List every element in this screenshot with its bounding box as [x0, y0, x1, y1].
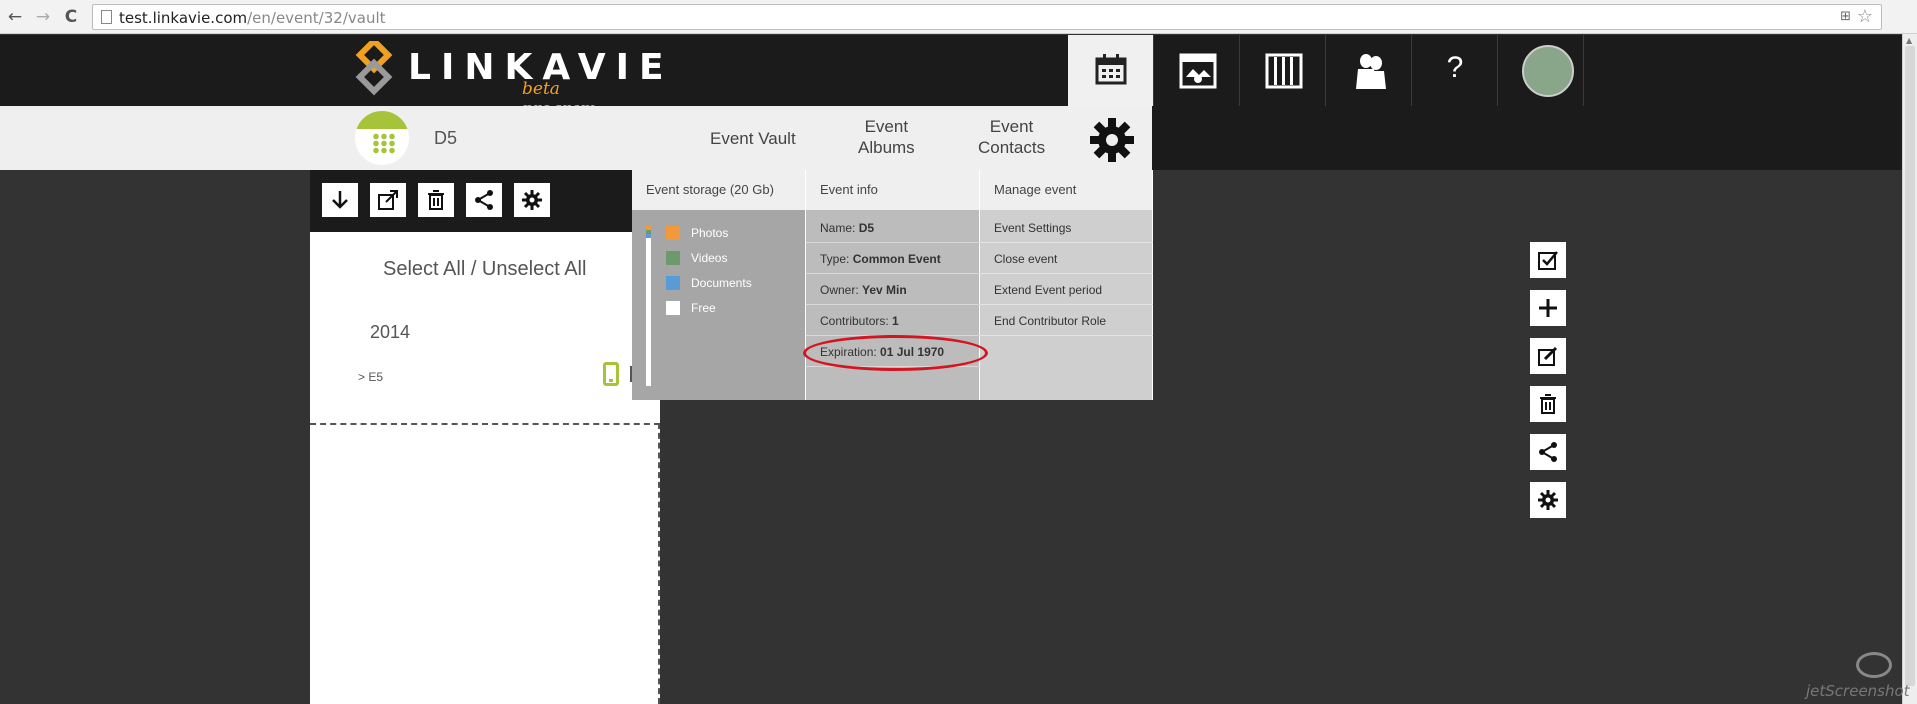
gear-icon[interactable]	[1088, 116, 1136, 164]
address-bar[interactable]: test.linkavie.com/en/event/32/vault ⊞ ☆	[92, 4, 1882, 30]
edit-icon	[1538, 346, 1558, 366]
select-all-toggle[interactable]: Select All / Unselect All	[383, 258, 586, 281]
event-bar-light: D5 Event Vault Event Albums Event Contacts	[0, 106, 1152, 170]
eye-logo-icon	[1856, 652, 1892, 678]
logo-mark-icon	[355, 41, 393, 96]
event-settings-link[interactable]: Event Settings	[980, 212, 1153, 243]
info-contributors: Contributors: 1	[806, 305, 980, 336]
add-button[interactable]	[1530, 290, 1566, 326]
event-name: D5	[434, 128, 458, 148]
year-heading: 2014	[370, 322, 411, 342]
translate-icon[interactable]: ⊞	[1840, 9, 1851, 24]
browser-toolbar: ← → C test.linkavie.com/en/event/32/vaul…	[0, 0, 1917, 34]
info-name: Name: D5	[806, 212, 980, 243]
export-icon	[378, 190, 398, 210]
event-info-header: Event info	[806, 170, 979, 210]
trash-icon	[1540, 394, 1556, 414]
albums-nav-button[interactable]	[1240, 35, 1326, 106]
event-contacts-link[interactable]: Event Contacts	[978, 116, 1045, 158]
help-icon: ?	[1446, 51, 1464, 84]
share-icon	[1539, 442, 1557, 462]
linkavie-logo[interactable]: LINKAVIE beta program	[354, 35, 664, 119]
manage-event-column: Manage event Event Settings Close event …	[980, 170, 1153, 400]
profile-nav-button[interactable]	[1498, 35, 1584, 106]
manage-event-header: Manage event	[980, 170, 1152, 210]
delete-item-button[interactable]	[1530, 386, 1566, 422]
vault-icon	[1179, 53, 1217, 89]
storage-column: Event storage (20 Gb) Photos Videos Docu…	[632, 170, 806, 400]
close-event-link[interactable]: Close event	[980, 243, 1153, 274]
phone-icon	[603, 362, 619, 386]
contacts-nav-button[interactable]	[1326, 35, 1412, 106]
edit-button[interactable]	[1530, 338, 1566, 374]
item-settings-button[interactable]	[1530, 482, 1566, 518]
vault-toolbar	[310, 170, 660, 232]
trash-icon	[428, 190, 444, 210]
top-header: LINKAVIE beta program	[0, 35, 1902, 119]
export-button[interactable]	[370, 183, 406, 217]
storage-header: Event storage (20 Gb)	[632, 170, 805, 210]
plus-icon	[1539, 299, 1557, 317]
back-button[interactable]: ←	[4, 6, 26, 28]
download-button[interactable]	[322, 183, 358, 217]
event-bar: D5 Event Vault Event Albums Event Contacts	[0, 106, 1902, 170]
calendar-nav-button[interactable]	[1068, 35, 1154, 106]
page-scrollbar[interactable]: ▲	[1902, 34, 1917, 704]
end-contributor-role-link[interactable]: End Contributor Role	[980, 305, 1153, 336]
share-item-button[interactable]	[1530, 434, 1566, 470]
scrollbar-thumb[interactable]	[1905, 46, 1915, 686]
help-nav-button[interactable]: ?	[1412, 35, 1498, 106]
url-text[interactable]: test.linkavie.com/en/event/32/vault	[119, 9, 386, 27]
folder-item[interactable]: > E5	[358, 370, 383, 384]
reload-button[interactable]: C	[60, 6, 82, 28]
vault-file-panel: Select All / Unselect All 2014 > E5	[310, 170, 660, 704]
drop-zone-border-right	[658, 423, 660, 704]
forward-button[interactable]: →	[32, 6, 54, 28]
info-type: Type: Common Event	[806, 243, 980, 274]
scroll-up-arrow-icon[interactable]: ▲	[1906, 36, 1912, 45]
avatar	[1522, 45, 1574, 97]
contacts-icon	[1356, 54, 1386, 89]
expiration-highlight-annotation	[803, 335, 988, 371]
extend-event-link[interactable]: Extend Event period	[980, 274, 1153, 305]
drop-zone-border	[310, 423, 660, 425]
share-button[interactable]	[466, 183, 502, 217]
select-items-button[interactable]	[1530, 242, 1566, 278]
gear-icon	[1538, 490, 1558, 510]
event-albums-link[interactable]: Event Albums	[858, 116, 915, 158]
checkbox-icon	[1538, 251, 1558, 270]
delete-button[interactable]	[418, 183, 454, 217]
vault-nav-button[interactable]	[1154, 35, 1240, 106]
info-owner: Owner: Yev Min	[806, 274, 980, 305]
storage-usage-bar	[646, 226, 651, 386]
albums-icon	[1265, 53, 1303, 89]
screenshot-watermark: jetScreenshot	[1806, 652, 1910, 700]
page-icon	[101, 10, 112, 24]
settings-button[interactable]	[514, 183, 550, 217]
bookmark-star-icon[interactable]: ☆	[1857, 6, 1873, 27]
calendar-icon	[1095, 54, 1127, 85]
download-arrow-icon	[332, 191, 348, 209]
share-icon	[475, 190, 493, 210]
event-avatar	[355, 111, 409, 165]
gear-icon	[522, 190, 542, 210]
event-vault-link[interactable]: Event Vault	[710, 128, 796, 149]
